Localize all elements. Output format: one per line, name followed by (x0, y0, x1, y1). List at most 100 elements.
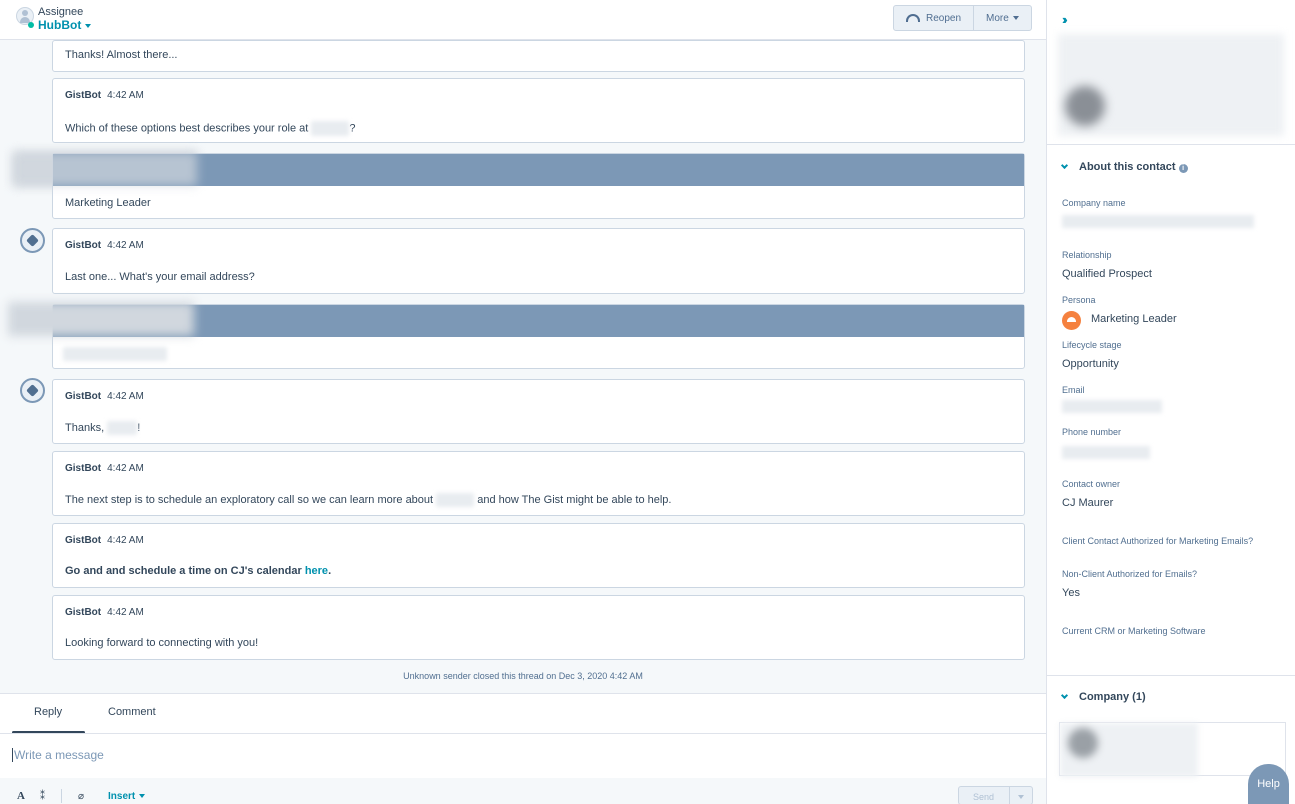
message-text: Looking forward to connecting with you! (65, 637, 259, 649)
message-text-end: and how The Gist might be able to help. (477, 493, 672, 506)
calendar-link[interactable]: here (305, 565, 328, 577)
redacted-phone[interactable] (1062, 446, 1150, 459)
message-text-end: ? (349, 122, 356, 135)
visitor-message-bubble: Marketing Leader (52, 153, 1025, 219)
insert-dropdown[interactable]: Insert (108, 791, 146, 802)
contact-sidebar: ›› About this contact i Company name Rela… (1046, 0, 1295, 804)
visitor-band (53, 154, 1024, 186)
message-text-end: ! (137, 421, 141, 434)
message-sender: GistBot (65, 535, 102, 546)
message-text: The next step is to schedule an explorat… (65, 493, 671, 507)
message-text: Thanks, ! (65, 421, 140, 435)
message-meta: GistBot 4:42 AM (65, 607, 144, 618)
company-card[interactable] (1059, 722, 1286, 777)
redacted-company (311, 121, 350, 136)
redacted-email (63, 347, 167, 361)
message-input[interactable]: Write a message (12, 748, 104, 762)
message-time: 4:42 AM (107, 607, 144, 618)
message-time: 4:42 AM (107, 391, 144, 402)
tab-reply[interactable]: Reply (34, 706, 62, 718)
message-text: Last one... What's your email address? (65, 271, 255, 283)
message-time: 4:42 AM (107, 535, 144, 546)
more-label: More (986, 12, 1009, 24)
thread-actions: Reopen More (893, 5, 1032, 31)
prop-owner-label: Contact owner (1062, 479, 1121, 489)
attachment-icon[interactable]: ⌀ (78, 791, 84, 802)
prop-owner-value[interactable]: CJ Maurer (1062, 497, 1113, 509)
reopen-icon (906, 14, 920, 22)
assignee-label: Assignee (38, 6, 84, 18)
message-bubble: GistBot 4:42 AM Last one... What's your e… (52, 228, 1025, 294)
info-icon[interactable]: i (1178, 164, 1188, 173)
redacted-email[interactable] (1062, 400, 1162, 413)
collapse-sidebar-icon[interactable]: ›› (1062, 12, 1067, 27)
prop-email-label: Email (1062, 385, 1085, 395)
about-contact-title: About this contact (1079, 161, 1176, 173)
message-meta: GistBot 4:42 AM (65, 535, 144, 546)
company-section-toggle[interactable]: Company (1) (1060, 691, 1146, 703)
conversation-header: Assignee HubBot Reopen More (0, 0, 1046, 40)
prop-persona-label: Persona (1062, 295, 1096, 305)
visitor-band (53, 305, 1024, 337)
persona-icon (1062, 311, 1081, 330)
message-bubble: GistBot 4:42 AM Go and and schedule a tim… (52, 523, 1025, 588)
message-text: Thanks! Almost there... (65, 49, 178, 61)
conversation-pane: Assignee HubBot Reopen More Thanks! Almo… (0, 0, 1046, 804)
redacted-name (107, 421, 138, 435)
text-style-icon[interactable]: A (17, 790, 25, 802)
prop-relationship-value[interactable]: Qualified Prospect (1062, 268, 1152, 280)
prop-lifecycle-label: Lifecycle stage (1062, 340, 1122, 350)
send-options-dropdown[interactable] (1009, 787, 1032, 804)
message-time: 4:42 AM (107, 90, 144, 101)
redacted-company-logo (1068, 728, 1098, 758)
message-time: 4:42 AM (107, 463, 144, 474)
help-button[interactable]: Help (1248, 764, 1289, 804)
message-sender: GistBot (65, 391, 102, 402)
message-text-start: The next step is to schedule an explorat… (65, 493, 434, 506)
prop-nonclient-authorized-value[interactable]: Yes (1062, 587, 1080, 599)
chevron-down-icon (1012, 16, 1019, 20)
prop-company-name-label: Company name (1062, 198, 1126, 208)
section-divider (1047, 144, 1295, 145)
message-text-start: Go and and schedule a time on CJ's calen… (65, 565, 302, 577)
reopen-button[interactable]: Reopen (894, 6, 973, 30)
snippet-icon[interactable]: ⁑ (40, 791, 45, 802)
message-text-end: . (328, 565, 332, 577)
chevron-down-icon (85, 23, 92, 28)
assignee-dropdown[interactable]: HubBot (38, 18, 92, 32)
reopen-label: Reopen (926, 12, 962, 24)
insert-label: Insert (108, 791, 136, 802)
chevron-down-icon (139, 794, 146, 799)
message-meta: GistBot 4:42 AM (65, 463, 144, 474)
prop-persona-value[interactable]: Marketing Leader (1091, 313, 1177, 325)
tab-comment[interactable]: Comment (108, 706, 156, 718)
message-meta: GistBot 4:42 AM (65, 90, 144, 101)
assignee-name: HubBot (38, 18, 82, 32)
message-text: Which of these options best describes yo… (65, 121, 356, 136)
redacted-visitor-name (8, 302, 194, 336)
message-meta: GistBot 4:42 AM (65, 391, 144, 402)
message-meta: GistBot 4:42 AM (65, 240, 144, 251)
tab-divider (0, 733, 1046, 734)
reply-composer: Reply Comment Write a message A ⁑ ⌀ Inse… (0, 693, 1046, 804)
visitor-message-bubble (52, 304, 1025, 369)
redacted-contact-avatar (1065, 86, 1105, 126)
message-sender: GistBot (65, 90, 102, 101)
prop-lifecycle-value[interactable]: Opportunity (1062, 358, 1119, 370)
redacted-visitor-name (13, 152, 197, 186)
message-bubble: Thanks! Almost there... (52, 40, 1025, 72)
message-bubble: GistBot 4:42 AM The next step is to sched… (52, 451, 1025, 516)
about-contact-toggle[interactable]: About this contact i (1060, 161, 1188, 173)
chevron-down-icon (1060, 161, 1069, 170)
send-label: Send (973, 792, 995, 802)
prop-phone-label: Phone number (1062, 427, 1122, 437)
redacted-company-name[interactable] (1062, 215, 1254, 228)
message-sender: GistBot (65, 463, 102, 474)
bot-avatar (20, 378, 45, 403)
bot-avatar (20, 228, 45, 253)
message-text: Marketing Leader (65, 197, 151, 209)
send-button[interactable]: Send (958, 786, 1033, 804)
company-section-title: Company (1) (1079, 691, 1146, 703)
more-button[interactable]: More (973, 6, 1031, 30)
message-text-start: Thanks, (65, 421, 105, 434)
